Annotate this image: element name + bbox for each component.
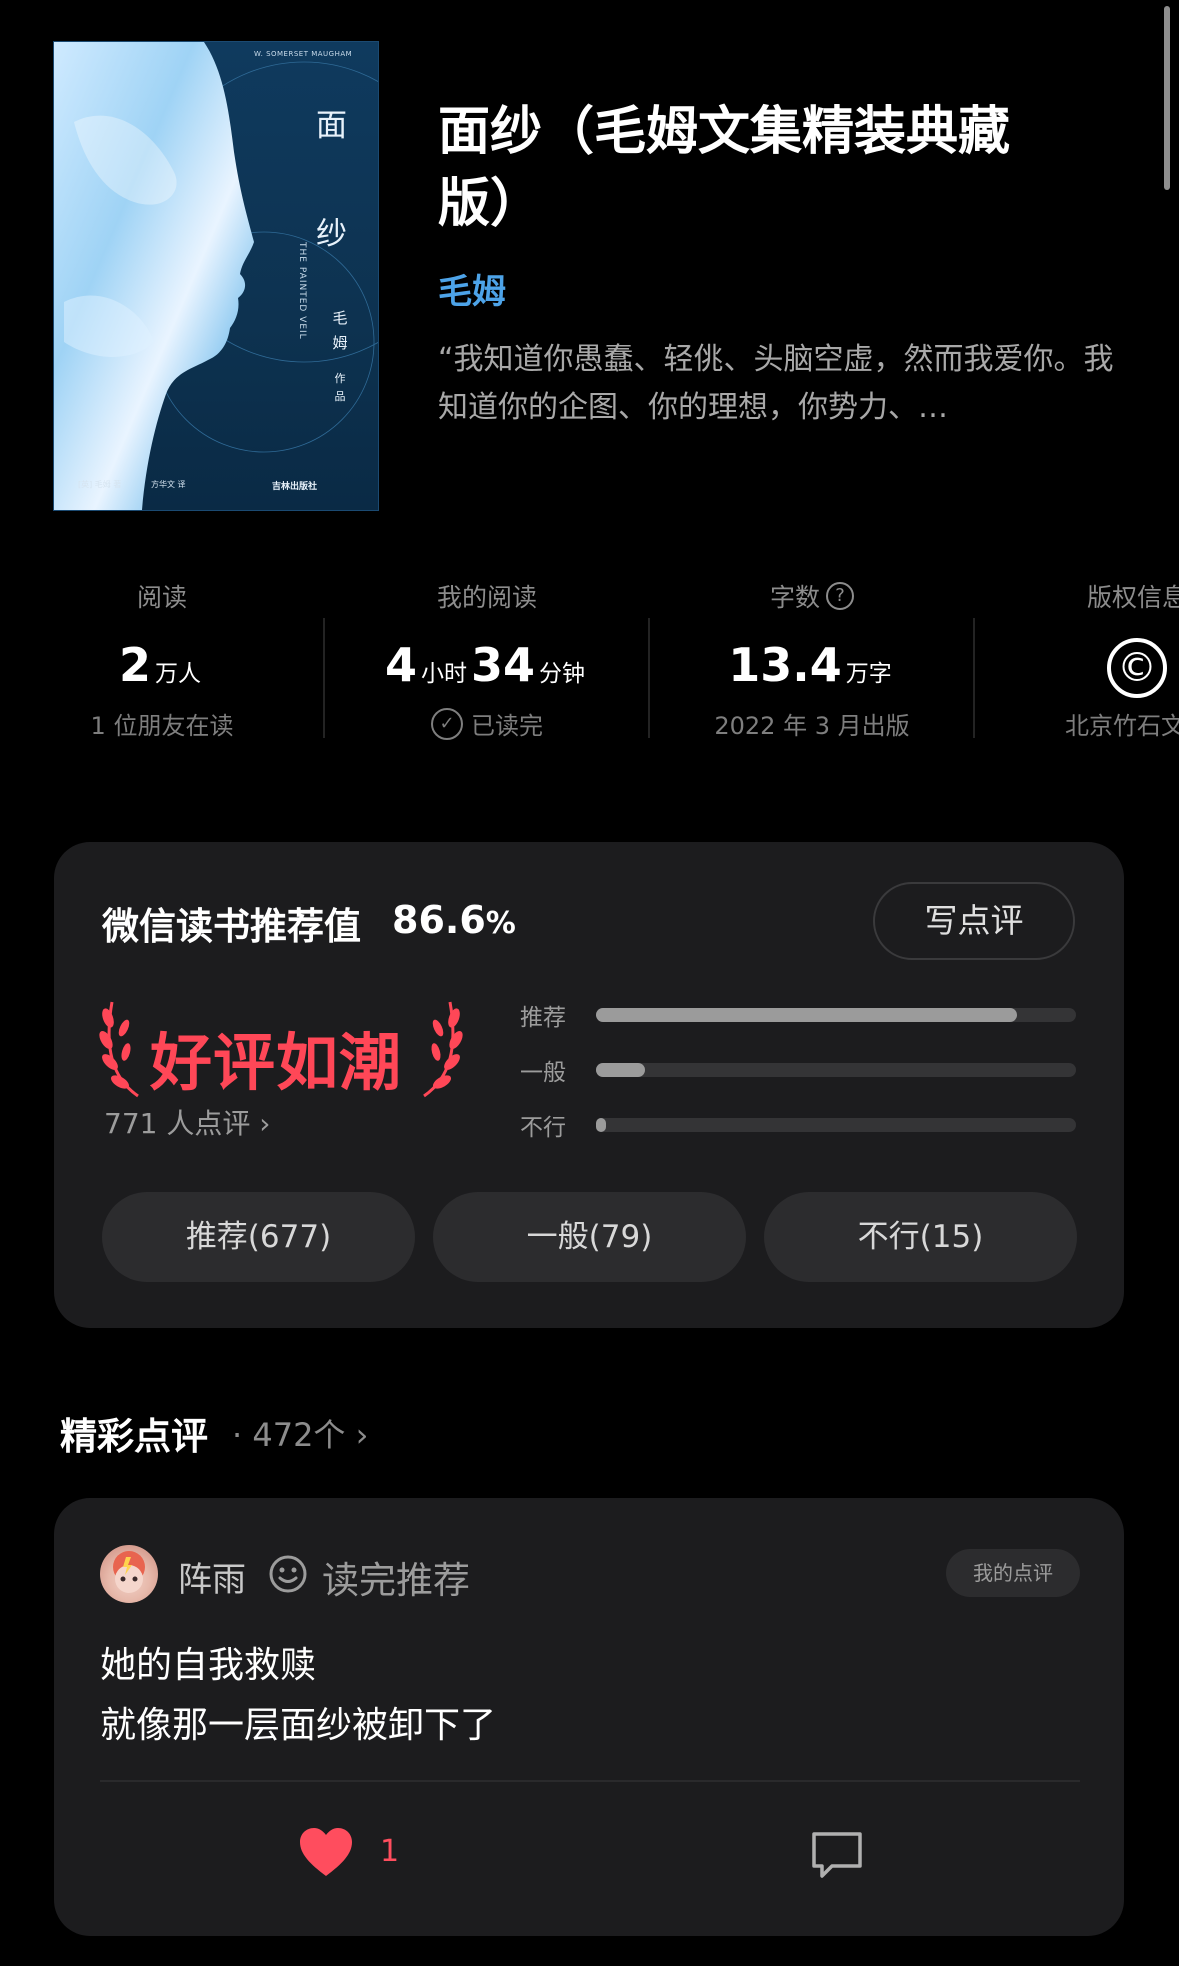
stat-value: 4 小时34 分钟	[384, 638, 586, 692]
scrollbar[interactable]	[1164, 6, 1170, 190]
like-count: 1	[380, 1834, 400, 1869]
copyright-icon: ©	[1107, 638, 1167, 698]
bar-fill	[596, 1118, 606, 1132]
stat-label: 阅读	[136, 583, 187, 612]
bar-fill	[596, 1008, 1018, 1022]
stat-my-reading[interactable]: 我的阅读 4 小时34 分钟 ✓ 已读完	[325, 576, 649, 740]
bar-label-neutral: 一般	[520, 1060, 566, 1086]
cover-title: 面 纱	[316, 108, 347, 252]
stat-label: 版权信息	[1086, 583, 1179, 612]
cover-publisher: 吉林出版社	[272, 482, 318, 492]
bar-recommend	[596, 1008, 1076, 1022]
smile-icon	[269, 1555, 307, 1593]
stat-value: ©	[975, 620, 1179, 698]
book-cover[interactable]: W. SOMERSET MAUGHAM 面 纱 THE PAINTED VEIL…	[54, 42, 378, 510]
bar-bad	[596, 1118, 1076, 1132]
cover-work: 作 品	[334, 372, 346, 403]
stat-readers[interactable]: 阅读 2 万人 1 位朋友在读	[0, 576, 324, 740]
bar-fill	[596, 1063, 645, 1077]
stat-sub: 2022 年 3 月出版	[714, 712, 910, 740]
cover-author: 毛 姆	[332, 309, 348, 352]
book-intro[interactable]: “我知道你愚蠢、轻佻、头脑空虚，然而我爱你。我知道你的企图、你的理想，你势力、…	[438, 336, 1118, 432]
question-icon[interactable]: ?	[826, 582, 854, 610]
recommend-value: 86.6%	[392, 898, 516, 942]
stat-value: 13.4 万字	[728, 638, 892, 692]
rating-badge: 好评如潮	[150, 1026, 403, 1099]
featured-reviews-count[interactable]: · 472个 ›	[232, 1410, 368, 1456]
review-text-line: 她的自我救赎	[100, 1645, 317, 1686]
laurel-right-icon	[423, 1001, 463, 1098]
book-author-link[interactable]: 毛姆	[438, 264, 506, 313]
chevron-right-icon: ›	[259, 1107, 271, 1140]
recommend-title: 微信读书推荐值	[102, 905, 361, 948]
featured-reviews-title[interactable]: 精彩点评	[60, 1406, 208, 1460]
cover-top-line: W. SOMERSET MAUGHAM	[254, 50, 353, 58]
comment-icon[interactable]	[810, 1830, 864, 1880]
stat-value: 2 万人	[118, 638, 201, 692]
vote-recommend-button[interactable]: 推荐(677)	[102, 1192, 415, 1282]
stat-sub: 北京竹石文化	[1065, 712, 1179, 740]
vote-neutral-button[interactable]: 一般(79)	[433, 1192, 746, 1282]
divider	[100, 1780, 1080, 1782]
stat-word-count[interactable]: 字数? 13.4 万字 2022 年 3 月出版	[650, 576, 974, 740]
bar-label-bad: 不行	[520, 1115, 566, 1141]
heart-icon[interactable]	[298, 1826, 354, 1878]
cover-vertical-text: THE PAINTED VEIL	[297, 242, 307, 340]
bar-label-recommend: 推荐	[520, 1005, 566, 1031]
avatar[interactable]	[100, 1545, 158, 1603]
stat-label: 我的阅读	[436, 583, 537, 612]
bar-neutral	[596, 1063, 1076, 1077]
reviewer-name[interactable]: 阵雨	[178, 1552, 246, 1601]
vote-bad-button[interactable]: 不行(15)	[764, 1192, 1077, 1282]
my-review-badge: 我的点评	[946, 1549, 1080, 1597]
stat-label: 字数?	[650, 576, 974, 620]
stat-copyright[interactable]: 版权信息 © 北京竹石文化	[975, 576, 1179, 740]
cover-bottom-mid: 方华文 译	[151, 480, 186, 489]
write-review-button[interactable]: 写点评	[873, 882, 1075, 960]
cover-bottom-left: [英] 毛姆 著	[78, 480, 122, 489]
review-text-line: 就像那一层面纱被卸下了	[100, 1705, 497, 1746]
check-circle-icon: ✓	[431, 708, 463, 740]
laurel-left-icon	[99, 1001, 139, 1098]
review-status: 读完推荐	[322, 1559, 470, 1602]
review-count-link[interactable]: 771 人点评 ›	[104, 1102, 270, 1142]
stat-sub: 1 位朋友在读	[90, 712, 234, 740]
stat-sub: ✓ 已读完	[325, 690, 649, 740]
book-title: 面纱（毛姆文集精装典藏版）	[438, 102, 1011, 234]
